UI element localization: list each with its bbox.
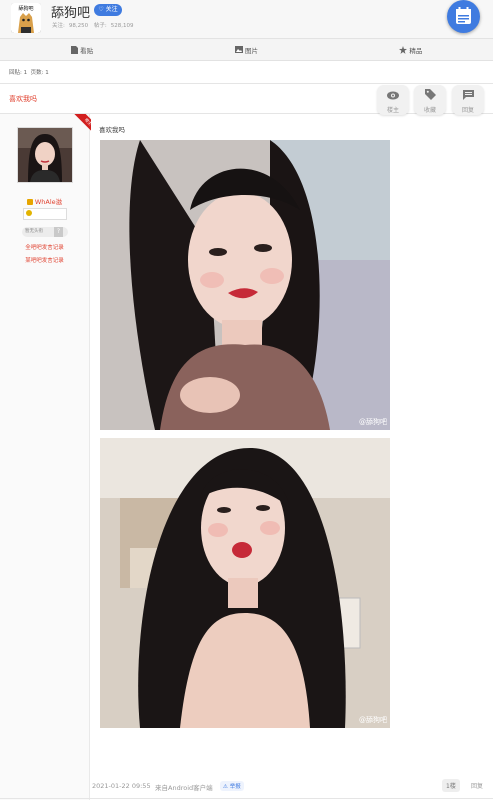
favorite-button[interactable]: 收藏 — [414, 85, 446, 115]
report-label: 举报 — [229, 784, 241, 790]
help-icon[interactable]: ? — [54, 227, 63, 237]
forum-logo[interactable]: 舔狗吧 — [11, 3, 41, 33]
watermark: @舔狗吧 — [359, 418, 387, 426]
posts-count: 528,109 — [110, 23, 134, 29]
heart-icon: ♡ — [98, 6, 104, 13]
only-op-label: 楼主 — [386, 107, 399, 114]
forum-stats: 关注: 98,250 帖子: 528,109 — [52, 21, 137, 29]
followers-label: 关注: — [52, 23, 65, 29]
calendar-icon — [456, 7, 471, 24]
level-icon — [26, 210, 32, 216]
reply-label: 回复 — [461, 107, 474, 114]
author-name[interactable]: WhAle滋 — [0, 196, 89, 206]
report-button[interactable]: ⚠ 举报 — [220, 781, 244, 791]
no-title-text: 暂无头衔 — [25, 229, 43, 234]
tab-images[interactable]: 图片 — [164, 39, 328, 60]
floor-badge: 1楼 — [442, 779, 460, 792]
image-icon — [234, 46, 243, 53]
tab-featured[interactable]: 精品 — [329, 39, 493, 60]
follow-label: 关注 — [105, 6, 118, 13]
posts-label: 帖子: — [93, 23, 107, 29]
only-op-button[interactable]: 楼主 — [377, 85, 409, 115]
reply-button[interactable]: 回复 — [452, 85, 484, 115]
op-badge: 楼主 — [69, 114, 91, 136]
post-image-1[interactable]: @舔狗吧 — [100, 140, 390, 430]
post-text: 喜欢我吗 — [99, 126, 125, 134]
user-icon — [26, 199, 33, 205]
followers-count: 98,250 — [68, 23, 89, 29]
op-badge-text: 楼主 — [73, 114, 91, 136]
forum-history-link[interactable]: 某吧吧发言记录 — [0, 256, 89, 264]
comment-icon — [462, 90, 474, 100]
tab-posts-label: 看贴 — [80, 46, 94, 55]
favorite-label: 收藏 — [423, 107, 436, 114]
page-label: 页数: — [30, 70, 44, 76]
reply-link[interactable]: 回复 — [471, 781, 483, 790]
follow-button[interactable]: ♡ 关注 — [94, 4, 122, 16]
post-client: 来自Android客户端 — [155, 784, 213, 792]
post-image-2[interactable]: @舔狗吧 — [100, 438, 390, 728]
watermark: @舔狗吧 — [359, 716, 387, 724]
document-icon — [71, 45, 79, 54]
tab-posts[interactable]: 看贴 — [0, 39, 164, 60]
reply-label: 回贴: — [9, 70, 22, 76]
thread-meta: 回贴: 1 页数: 1 — [0, 61, 493, 84]
post-footer: 2021-01-22 09:55 来自Android客户端 ⚠ 举报 1楼 回复 — [90, 776, 493, 796]
calendar-fab-button[interactable] — [447, 0, 480, 33]
author-name-label: WhAle滋 — [34, 198, 63, 206]
forum-tabs: 看贴 图片 精品 — [0, 39, 493, 61]
reply-count: 1 — [23, 70, 28, 76]
thread-title-bar: 喜欢我吗 楼主 收藏 回复 — [0, 84, 493, 115]
forum-name: 舔狗吧 — [51, 6, 91, 21]
avatar[interactable] — [17, 127, 73, 183]
tag-icon — [424, 89, 436, 100]
tab-featured-label: 精品 — [409, 46, 423, 55]
divider — [0, 798, 493, 799]
thread-title: 喜欢我吗 — [9, 95, 37, 103]
eye-icon — [387, 91, 399, 100]
tab-images-label: 图片 — [244, 46, 258, 55]
logo-text: 舔狗吧 — [18, 5, 33, 12]
page-count: 1 — [45, 70, 49, 76]
star-icon — [399, 45, 408, 54]
all-forum-history-link[interactable]: 全吧吧发言记录 — [0, 243, 89, 251]
post-time: 2021-01-22 09:55 — [92, 782, 151, 790]
